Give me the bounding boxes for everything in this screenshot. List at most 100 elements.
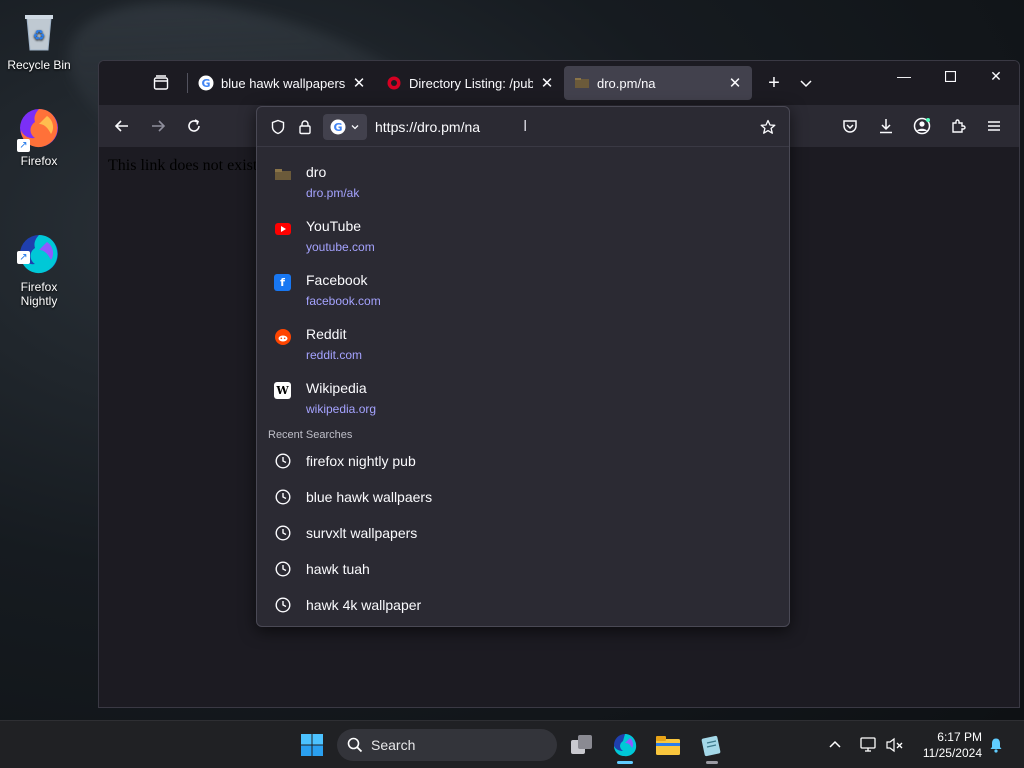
desktop-icon-label: Firefox Nightly	[20, 280, 58, 308]
taskbar: Search 6:17 PM 11/25/2024	[0, 720, 1024, 768]
search-engine-selector[interactable]: G	[323, 113, 367, 140]
result-url: youtube.com	[306, 240, 375, 254]
result-row[interactable]: dro dro.pm/ak	[257, 155, 789, 209]
system-clock[interactable]: 6:17 PM 11/25/2024	[923, 729, 982, 761]
window-controls: — ✕	[881, 61, 1019, 91]
puzzle-icon	[952, 119, 966, 133]
history-clock-icon	[274, 525, 291, 542]
firefox-icon: ↗	[17, 106, 61, 152]
tab-google-search[interactable]: G blue hawk wallpapers - Google Search ✕	[188, 66, 376, 100]
tab-title: dro.pm/na	[597, 75, 656, 91]
recent-search-row[interactable]: hawk tuah	[257, 551, 789, 587]
taskbar-firefox-nightly[interactable]	[609, 729, 641, 764]
svg-text:G: G	[333, 121, 342, 134]
recent-search-row[interactable]: hawk 4k wallpaper	[257, 587, 789, 623]
minimize-button[interactable]: —	[881, 61, 927, 91]
tab-directory-listing[interactable]: Directory Listing: /pub/firefox/nightly/…	[376, 66, 564, 100]
pocket-button[interactable]	[835, 111, 865, 141]
pocket-icon	[843, 120, 857, 133]
arrow-right-icon	[152, 120, 166, 132]
account-button[interactable]	[907, 111, 937, 141]
new-tab-button[interactable]: +	[758, 67, 790, 99]
account-icon	[913, 117, 931, 135]
arrow-left-icon	[114, 120, 128, 132]
minimize-icon: —	[897, 68, 911, 84]
downloads-button[interactable]	[871, 111, 901, 141]
bookmark-star-button[interactable]	[757, 116, 779, 138]
firefox-view-button[interactable]	[147, 69, 175, 97]
toolbar-right	[835, 111, 1009, 141]
chevron-down-icon	[800, 80, 812, 88]
notifications-button[interactable]	[988, 721, 1004, 768]
history-clock-icon	[274, 453, 291, 470]
recent-search-text: hawk tuah	[306, 561, 370, 577]
forward-button[interactable]	[143, 111, 173, 141]
recent-search-row[interactable]: survxlt wallpapers	[257, 515, 789, 551]
result-title: Wikipedia	[306, 380, 367, 396]
recent-search-text: hawk 4k wallpaper	[306, 597, 422, 613]
recent-search-text: blue hawk wallpaers	[306, 489, 433, 505]
site-info-button[interactable]	[294, 116, 316, 138]
tray-overflow-button[interactable]	[828, 721, 842, 768]
recycle-bin-icon: ♻	[17, 10, 61, 54]
desktop-icon-label: Firefox	[20, 154, 58, 168]
recent-searches-heading: Recent Searches	[268, 429, 353, 441]
extensions-button[interactable]	[943, 111, 973, 141]
tab-strip: G blue hawk wallpapers - Google Search ✕…	[99, 61, 1019, 105]
result-title: Facebook	[306, 272, 368, 288]
result-row[interactable]: Reddit reddit.com	[257, 317, 789, 371]
folder-favicon	[274, 166, 291, 183]
taskbar-file-explorer[interactable]	[652, 729, 684, 761]
result-title: YouTube	[306, 218, 362, 234]
recent-search-row[interactable]: firefox nightly pub	[257, 443, 789, 479]
download-icon	[880, 119, 892, 134]
chevron-up-icon	[829, 740, 841, 748]
desktop-icon-firefox[interactable]: ↗ Firefox	[4, 106, 74, 168]
taskbar-notepad[interactable]	[696, 729, 728, 764]
tab-close-button[interactable]: ✕	[540, 74, 554, 92]
reddit-icon	[274, 328, 291, 345]
shortcut-arrow-icon: ↗	[17, 251, 30, 264]
svg-text:G: G	[201, 77, 210, 90]
result-row[interactable]: YouTube youtube.com	[257, 209, 789, 263]
reload-button[interactable]	[179, 111, 209, 141]
result-url: dro.pm/ak	[306, 186, 360, 200]
task-view-button[interactable]	[566, 729, 598, 761]
result-row[interactable]: W Wikipedia wikipedia.org	[257, 371, 789, 425]
desktop-icon-firefox-nightly[interactable]: ↗ Firefox Nightly	[4, 204, 74, 322]
recent-search-text: survxlt wallpapers	[306, 525, 418, 541]
tab-dro-pm[interactable]: dro.pm/na ✕	[564, 66, 752, 100]
clock-date: 11/25/2024	[922, 746, 982, 760]
start-button[interactable]	[300, 733, 324, 757]
taskbar-search[interactable]: Search	[337, 729, 557, 761]
history-clock-icon	[274, 597, 291, 614]
tab-close-button[interactable]: ✕	[728, 74, 742, 92]
maximize-icon	[944, 70, 956, 82]
tab-title: Directory Listing: /pub/firefox/nightly/	[409, 75, 533, 91]
notepad-icon	[701, 735, 721, 757]
desktop-icon-recycle-bin[interactable]: ♻ Recycle Bin	[4, 10, 74, 72]
result-row[interactable]: f Facebook facebook.com	[257, 263, 789, 317]
firefox-view-icon	[153, 75, 169, 90]
windows-logo-icon	[301, 734, 323, 756]
network-button[interactable]	[860, 721, 878, 768]
maximize-button[interactable]	[927, 61, 973, 91]
list-all-tabs-button[interactable]	[790, 67, 822, 99]
firefox-nightly-icon	[614, 734, 637, 757]
tracking-protection-button[interactable]	[267, 116, 289, 138]
text-cursor-icon: I	[523, 118, 528, 135]
back-button[interactable]	[107, 111, 137, 141]
task-view-icon	[571, 735, 592, 754]
running-app-indicator	[706, 761, 718, 764]
menu-button[interactable]	[979, 111, 1009, 141]
urlbar-input-row: G I	[257, 107, 789, 147]
close-window-button[interactable]: ✕	[973, 61, 1019, 91]
result-title: Reddit	[306, 326, 347, 342]
page-message: This link does not exist	[108, 157, 258, 174]
volume-button[interactable]	[886, 721, 904, 768]
folder-favicon	[575, 78, 589, 88]
tab-close-button[interactable]: ✕	[352, 74, 366, 92]
lock-icon	[299, 119, 311, 134]
active-app-indicator	[617, 761, 633, 764]
recent-search-row[interactable]: blue hawk wallpaers	[257, 479, 789, 515]
